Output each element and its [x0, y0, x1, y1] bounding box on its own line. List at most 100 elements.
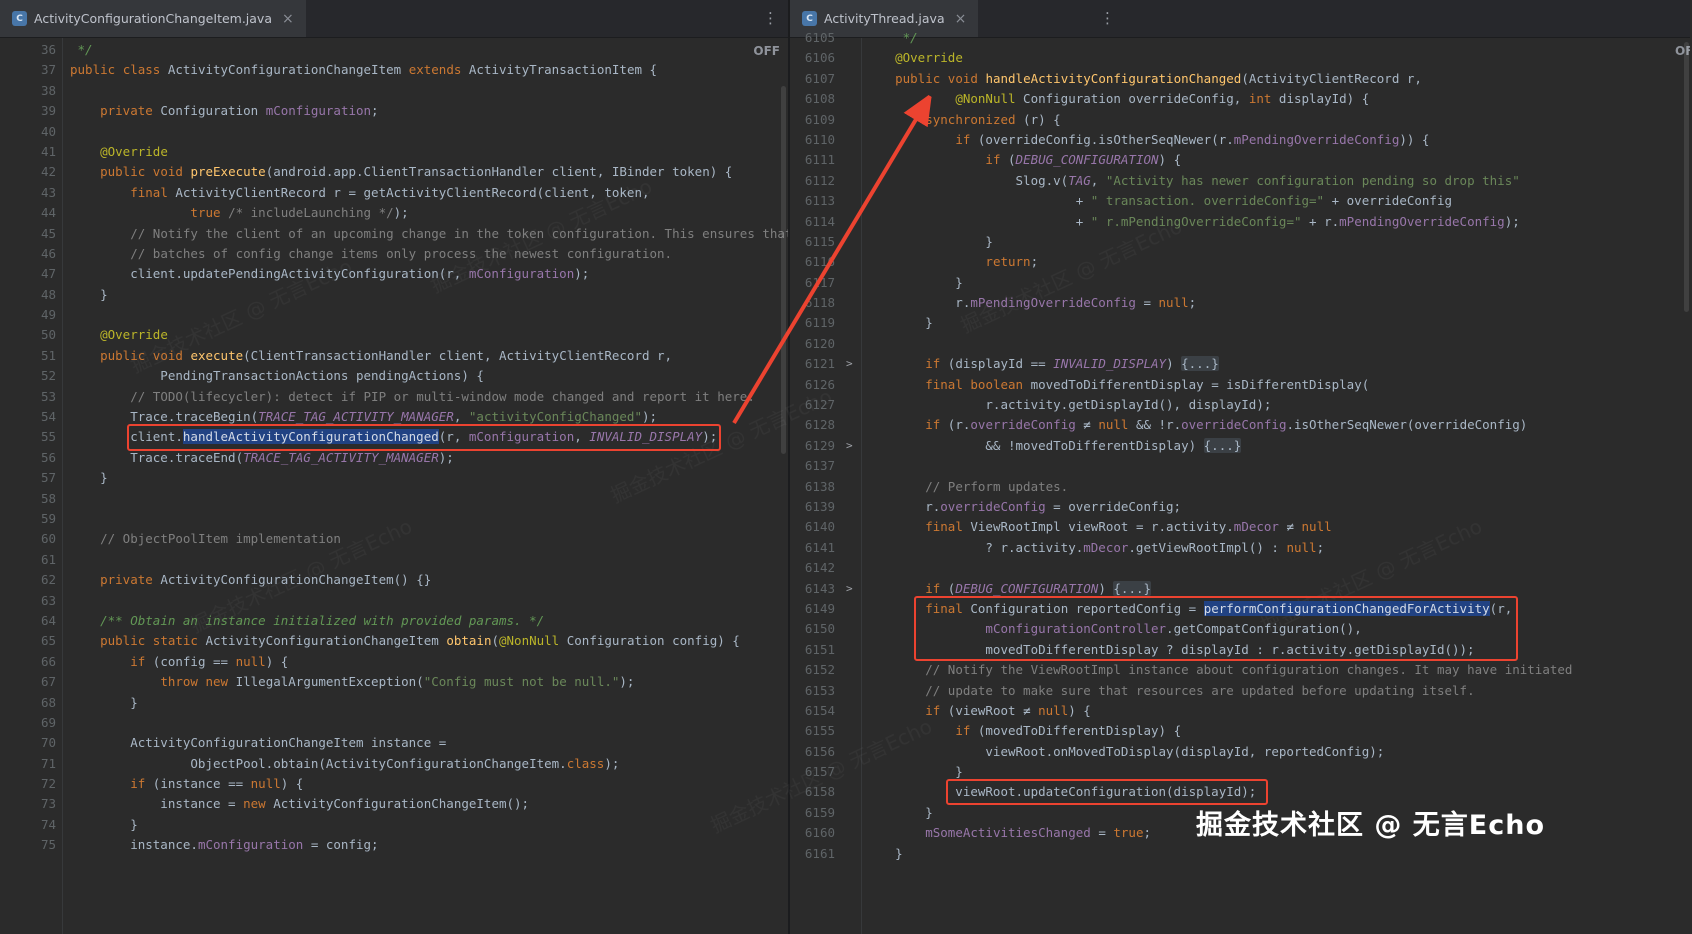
line-number[interactable]: 41	[0, 142, 56, 162]
code-line[interactable]: 48 }	[0, 285, 788, 305]
code-line[interactable]: 6143 > if (DEBUG_CONFIGURATION) {...}	[790, 579, 1690, 599]
line-number[interactable]: 6138	[790, 477, 835, 497]
line-number[interactable]: 66	[0, 652, 56, 672]
line-number[interactable]: 69	[0, 713, 56, 733]
code-line[interactable]: 38	[0, 81, 788, 101]
code-line[interactable]: 47 client.updatePendingActivityConfigura…	[0, 264, 788, 284]
line-number[interactable]: 6142	[790, 558, 835, 578]
fold-collapsed-icon[interactable]: >	[846, 354, 853, 374]
code-line[interactable]: 6127 r.activity.getDisplayId(), displayI…	[790, 395, 1690, 415]
line-number[interactable]: 46	[0, 244, 56, 264]
code-line[interactable]: 73 instance = new ActivityConfigurationC…	[0, 794, 788, 814]
code-line[interactable]: 6106 @Override	[790, 48, 1690, 68]
line-number[interactable]: 64	[0, 611, 56, 631]
code-line[interactable]: 45 // Notify the client of an upcoming c…	[0, 224, 788, 244]
code-line[interactable]: 60 // ObjectPoolItem implementation	[0, 529, 788, 549]
line-number[interactable]: 37	[0, 60, 56, 80]
code-line[interactable]: 50 @Override	[0, 325, 788, 345]
code-line[interactable]: 41 @Override	[0, 142, 788, 162]
code-line[interactable]: 6129 > && !movedToDifferentDisplay) {...}	[790, 436, 1690, 456]
line-number[interactable]: 65	[0, 631, 56, 651]
line-number[interactable]: 6129	[790, 436, 835, 456]
code-line[interactable]: 6140 final ViewRootImpl viewRoot = r.act…	[790, 517, 1690, 537]
line-number[interactable]: 51	[0, 346, 56, 366]
code-line[interactable]: 6128 if (r.overrideConfig ≠ null && !r.o…	[790, 415, 1690, 435]
code-line[interactable]: 6156 viewRoot.onMovedToDisplay(displayId…	[790, 742, 1690, 762]
line-number[interactable]: 53	[0, 387, 56, 407]
code-line[interactable]: 6112 Slog.v(TAG, "Activity has newer con…	[790, 171, 1690, 191]
line-number[interactable]: 6108	[790, 89, 835, 109]
code-line[interactable]: 54 Trace.traceBegin(TRACE_TAG_ACTIVITY_M…	[0, 407, 788, 427]
line-number[interactable]: 57	[0, 468, 56, 488]
code-line[interactable]: 61	[0, 550, 788, 570]
code-line[interactable]: 53 // TODO(lifecycler): detect if PIP or…	[0, 387, 788, 407]
line-number[interactable]: 6151	[790, 640, 835, 660]
code-line[interactable]: 6121 > if (displayId == INVALID_DISPLAY) …	[790, 354, 1690, 374]
line-number[interactable]: 6113	[790, 191, 835, 211]
code-line[interactable]: 46 // batches of config change items onl…	[0, 244, 788, 264]
code-line[interactable]: 71 ObjectPool.obtain(ActivityConfigurati…	[0, 754, 788, 774]
code-line[interactable]: 6152 // Notify the ViewRootImpl instance…	[790, 660, 1690, 680]
line-number[interactable]: 6106	[790, 48, 835, 68]
more-options-icon[interactable]: ⋮	[1100, 9, 1115, 27]
line-number[interactable]: 6110	[790, 130, 835, 150]
line-number[interactable]: 6157	[790, 762, 835, 782]
line-number[interactable]: 6128	[790, 415, 835, 435]
line-number[interactable]: 70	[0, 733, 56, 753]
line-number[interactable]: 6105	[790, 28, 835, 48]
scrollbar-thumb-right[interactable]	[1684, 42, 1689, 312]
line-number[interactable]: 6155	[790, 721, 835, 741]
line-number[interactable]: 39	[0, 101, 56, 121]
code-line[interactable]: 6161 }	[790, 844, 1690, 864]
code-line[interactable]: 43 final ActivityClientRecord r = getAct…	[0, 183, 788, 203]
line-number[interactable]: 6158	[790, 782, 835, 802]
tab-close-icon[interactable]: ×	[955, 11, 967, 27]
line-number[interactable]: 61	[0, 550, 56, 570]
code-line[interactable]: 58	[0, 489, 788, 509]
code-line[interactable]: 74 }	[0, 815, 788, 835]
line-number[interactable]: 6109	[790, 110, 835, 130]
fold-collapsed-icon[interactable]: >	[846, 579, 853, 599]
code-line[interactable]: 6149 final Configuration reportedConfig …	[790, 599, 1690, 619]
code-line[interactable]: 62 private ActivityConfigurationChangeIt…	[0, 570, 788, 590]
line-number[interactable]: 73	[0, 794, 56, 814]
code-line[interactable]: 6141 ? r.activity.mDecor.getViewRootImpl…	[790, 538, 1690, 558]
code-line[interactable]: 6116 return;	[790, 252, 1690, 272]
code-line[interactable]: 6151 movedToDifferentDisplay ? displayId…	[790, 640, 1690, 660]
line-number[interactable]: 6153	[790, 681, 835, 701]
line-number[interactable]: 52	[0, 366, 56, 386]
code-line[interactable]: 6153 // update to make sure that resourc…	[790, 681, 1690, 701]
tab-close-icon[interactable]: ×	[282, 11, 294, 27]
line-number[interactable]: 63	[0, 591, 56, 611]
code-line[interactable]: 40	[0, 122, 788, 142]
line-number[interactable]: 47	[0, 264, 56, 284]
fold-collapsed-icon[interactable]: >	[846, 436, 853, 456]
line-number[interactable]: 45	[0, 224, 56, 244]
code-line[interactable]: 6155 if (movedToDifferentDisplay) {	[790, 721, 1690, 741]
line-number[interactable]: 6137	[790, 456, 835, 476]
line-number[interactable]: 6141	[790, 538, 835, 558]
code-line[interactable]: 6126 final boolean movedToDifferentDispl…	[790, 375, 1690, 395]
line-number[interactable]: 42	[0, 162, 56, 182]
line-number[interactable]: 67	[0, 672, 56, 692]
code-line[interactable]: 6108 @NonNull Configuration overrideConf…	[790, 89, 1690, 109]
code-line[interactable]: 6150 mConfigurationController.getCompatC…	[790, 619, 1690, 639]
code-line[interactable]: 6137	[790, 456, 1690, 476]
line-number[interactable]: 6111	[790, 150, 835, 170]
line-number[interactable]: 36	[0, 40, 56, 60]
line-number[interactable]: 58	[0, 489, 56, 509]
line-number[interactable]: 6159	[790, 803, 835, 823]
code-line[interactable]: 6120	[790, 334, 1690, 354]
code-editor-left[interactable]: 36 */37 public class ActivityConfiguratio…	[0, 38, 788, 934]
code-line[interactable]: 36 */	[0, 40, 788, 60]
line-number[interactable]: 6161	[790, 844, 835, 864]
code-line[interactable]: 39 private Configuration mConfiguration;	[0, 101, 788, 121]
line-number[interactable]: 55	[0, 427, 56, 447]
code-line[interactable]: 69	[0, 713, 788, 733]
code-line[interactable]: 6109 synchronized (r) {	[790, 110, 1690, 130]
line-number[interactable]: 6139	[790, 497, 835, 517]
code-line[interactable]: 52 PendingTransactionActions pendingActi…	[0, 366, 788, 386]
code-line[interactable]: 57 }	[0, 468, 788, 488]
line-number[interactable]: 6127	[790, 395, 835, 415]
line-number[interactable]: 6154	[790, 701, 835, 721]
